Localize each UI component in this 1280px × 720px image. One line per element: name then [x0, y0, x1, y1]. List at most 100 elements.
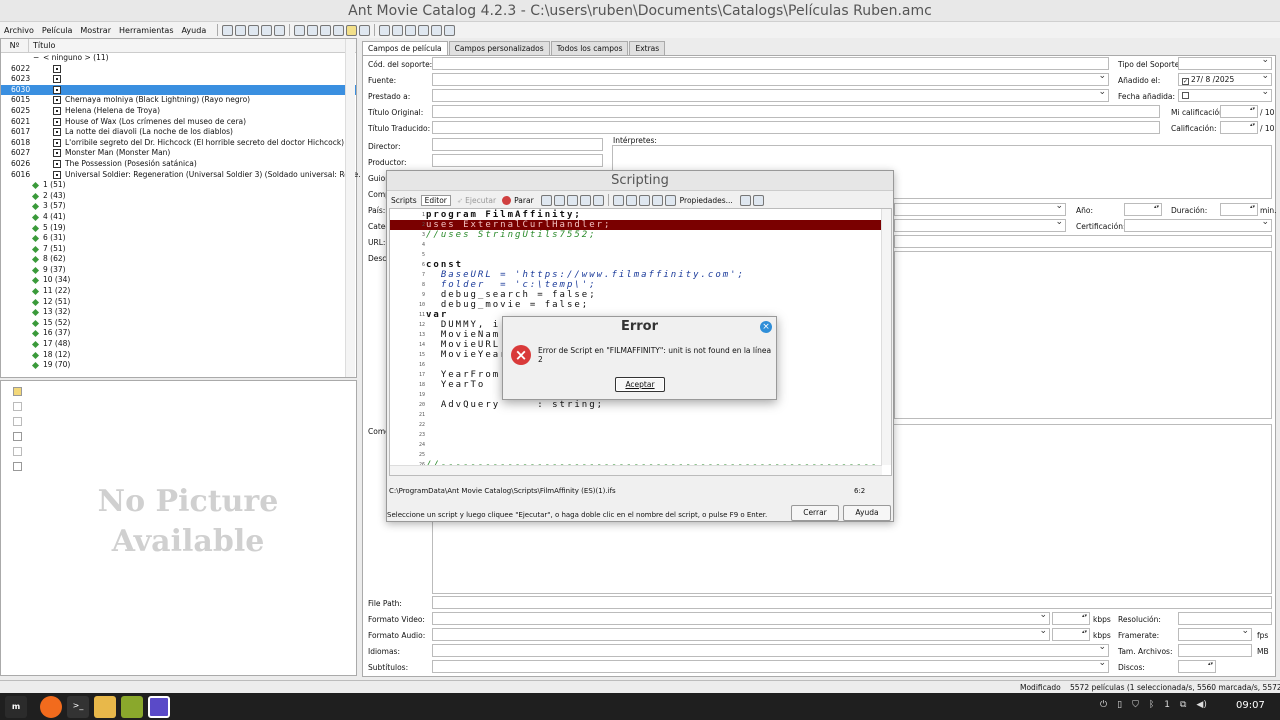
stop-icon[interactable] [502, 195, 512, 205]
select-fuente[interactable] [432, 71, 1109, 86]
group-row[interactable]: 18 (12) [1, 350, 356, 361]
firefox-icon[interactable] [40, 696, 62, 718]
expand-icon[interactable] [31, 277, 40, 285]
movie-checkbox[interactable] [53, 96, 61, 105]
tab-todos-campos[interactable]: Todos los campos [550, 41, 629, 55]
expand-icon[interactable] [31, 298, 40, 306]
new-catalog-icon[interactable] [222, 24, 234, 36]
paste-picture-icon[interactable] [13, 432, 22, 441]
expand-icon[interactable] [31, 182, 40, 190]
movie-checkbox[interactable] [53, 170, 61, 179]
movie-row[interactable]: 6015 Chernaya molniya (Black Lightning) (… [1, 95, 356, 106]
list-view-icon[interactable] [405, 24, 417, 36]
tab-campos-pelicula[interactable]: Campos de película [362, 41, 448, 55]
movie-row[interactable]: 6027 Monster Man (Monster Man) [1, 148, 356, 159]
input-director[interactable] [432, 138, 603, 151]
terminal-icon[interactable]: >_ [67, 696, 89, 718]
group-row[interactable]: 5 (19) [1, 223, 356, 234]
open-catalog-icon[interactable] [235, 24, 247, 36]
load-picture-icon[interactable] [13, 387, 22, 396]
close-button[interactable]: Cerrar [791, 505, 839, 521]
grid-view-icon[interactable] [418, 24, 430, 36]
workspace-indicator[interactable]: 1 [1164, 700, 1170, 710]
accept-button[interactable]: Aceptar [615, 377, 665, 392]
group-row[interactable]: 13 (32) [1, 307, 356, 318]
spin-discos[interactable] [1178, 660, 1216, 673]
delete-movie-icon[interactable] [307, 24, 319, 36]
date-anadido[interactable]: ✓ 27/ 8 /2025 [1178, 71, 1272, 86]
stop-button[interactable]: Parar [514, 196, 534, 205]
wand-icon[interactable] [333, 24, 345, 36]
input-tam-archivos[interactable] [1178, 644, 1252, 657]
select-formato-video[interactable] [432, 610, 1050, 625]
input-resolucion[interactable] [1178, 612, 1272, 625]
spin-mi-calificacion[interactable] [1220, 105, 1258, 118]
run-icon[interactable]: ➶ [457, 196, 463, 205]
movie-row[interactable]: 6026 The Possession (Posesión satánica) [1, 159, 356, 170]
expand-icon[interactable] [31, 192, 40, 200]
properties-icon[interactable] [274, 24, 286, 36]
tab-editor[interactable]: Editor [420, 194, 451, 206]
print-icon[interactable] [261, 24, 273, 36]
filter-icon[interactable] [431, 24, 443, 36]
find-icon[interactable] [739, 194, 751, 206]
select-framerate[interactable] [1178, 626, 1252, 641]
movie-checkbox[interactable] [53, 149, 61, 158]
movie-row[interactable]: 6016 Universal Soldier: Regeneration (Uni… [1, 170, 365, 181]
shield-icon[interactable]: ⛉ [1132, 700, 1139, 710]
checkbox-anadido[interactable]: ✓ [1182, 78, 1189, 85]
save-picture-icon[interactable] [13, 402, 22, 411]
movie-checkbox[interactable] [53, 128, 61, 137]
menu-pelicula[interactable]: Película [42, 26, 73, 35]
movie-row[interactable]: 6021 House of Wax (Los crímenes del museo… [1, 117, 356, 128]
expand-icon[interactable] [31, 245, 40, 253]
movie-checkbox[interactable] [53, 85, 61, 94]
group-row[interactable]: 15 (52) [1, 318, 356, 329]
fit-picture-icon[interactable] [13, 462, 22, 471]
select-pais[interactable] [894, 201, 1066, 216]
expand-icon[interactable] [31, 330, 40, 338]
tab-extras[interactable]: Extras [629, 41, 666, 55]
expand-icon[interactable] [31, 224, 40, 232]
save-as-icon[interactable] [651, 194, 663, 206]
expand-icon[interactable] [31, 235, 40, 243]
spin-audio-bitrate[interactable] [1052, 628, 1090, 641]
select-prestado[interactable] [432, 87, 1109, 102]
group-row[interactable]: 12 (51) [1, 297, 356, 308]
tab-campos-personalizados[interactable]: Campos personalizados [448, 41, 550, 55]
input-titulo-traducido[interactable] [432, 121, 1160, 134]
group-row-none[interactable]: − < ninguno > (11) [1, 53, 356, 64]
group-row[interactable]: 7 (51) [1, 244, 356, 255]
help-icon[interactable] [444, 24, 456, 36]
input-titulo-original[interactable] [432, 105, 1160, 118]
pin-icon[interactable] [592, 194, 604, 206]
spin-anio[interactable] [1124, 203, 1162, 216]
expand-icon[interactable] [31, 319, 40, 327]
group-row[interactable]: 10 (34) [1, 275, 356, 286]
find-icon[interactable] [320, 24, 332, 36]
breakpoint-icon[interactable] [553, 194, 565, 206]
movie-row[interactable]: 6017 La notte dei diavoli (La noche de lo… [1, 127, 356, 138]
open-script-icon[interactable] [625, 194, 637, 206]
delete-picture-icon[interactable] [13, 447, 22, 456]
menu-herramientas[interactable]: Herramientas [119, 26, 174, 35]
column-number[interactable]: Nº [1, 39, 29, 52]
select-tipo-soporte[interactable] [1178, 55, 1272, 70]
editor-hscrollbar[interactable] [390, 465, 882, 475]
help-button[interactable]: Ayuda [843, 505, 891, 521]
find-next-icon[interactable] [752, 194, 764, 206]
movie-row[interactable]: 6022 [1, 64, 356, 75]
select-subtitulos[interactable] [432, 658, 1109, 673]
movie-row[interactable]: 6025 Helena (Helena de Troya) [1, 106, 356, 117]
group-icon[interactable] [392, 24, 404, 36]
new-script-icon[interactable] [612, 194, 624, 206]
hand-icon[interactable] [540, 194, 552, 206]
movie-row[interactable]: 6023 [1, 74, 356, 85]
save-script-icon[interactable] [638, 194, 650, 206]
select-formato-audio[interactable] [432, 626, 1050, 641]
movie-list[interactable]: Nº Título − < ninguno > (11) 6022 6023 603… [0, 38, 365, 378]
run-button[interactable]: Ejecutar [465, 196, 496, 205]
expand-icon[interactable] [31, 203, 40, 211]
spin-calificacion[interactable] [1220, 121, 1258, 134]
select-certificacion[interactable] [1124, 217, 1272, 232]
